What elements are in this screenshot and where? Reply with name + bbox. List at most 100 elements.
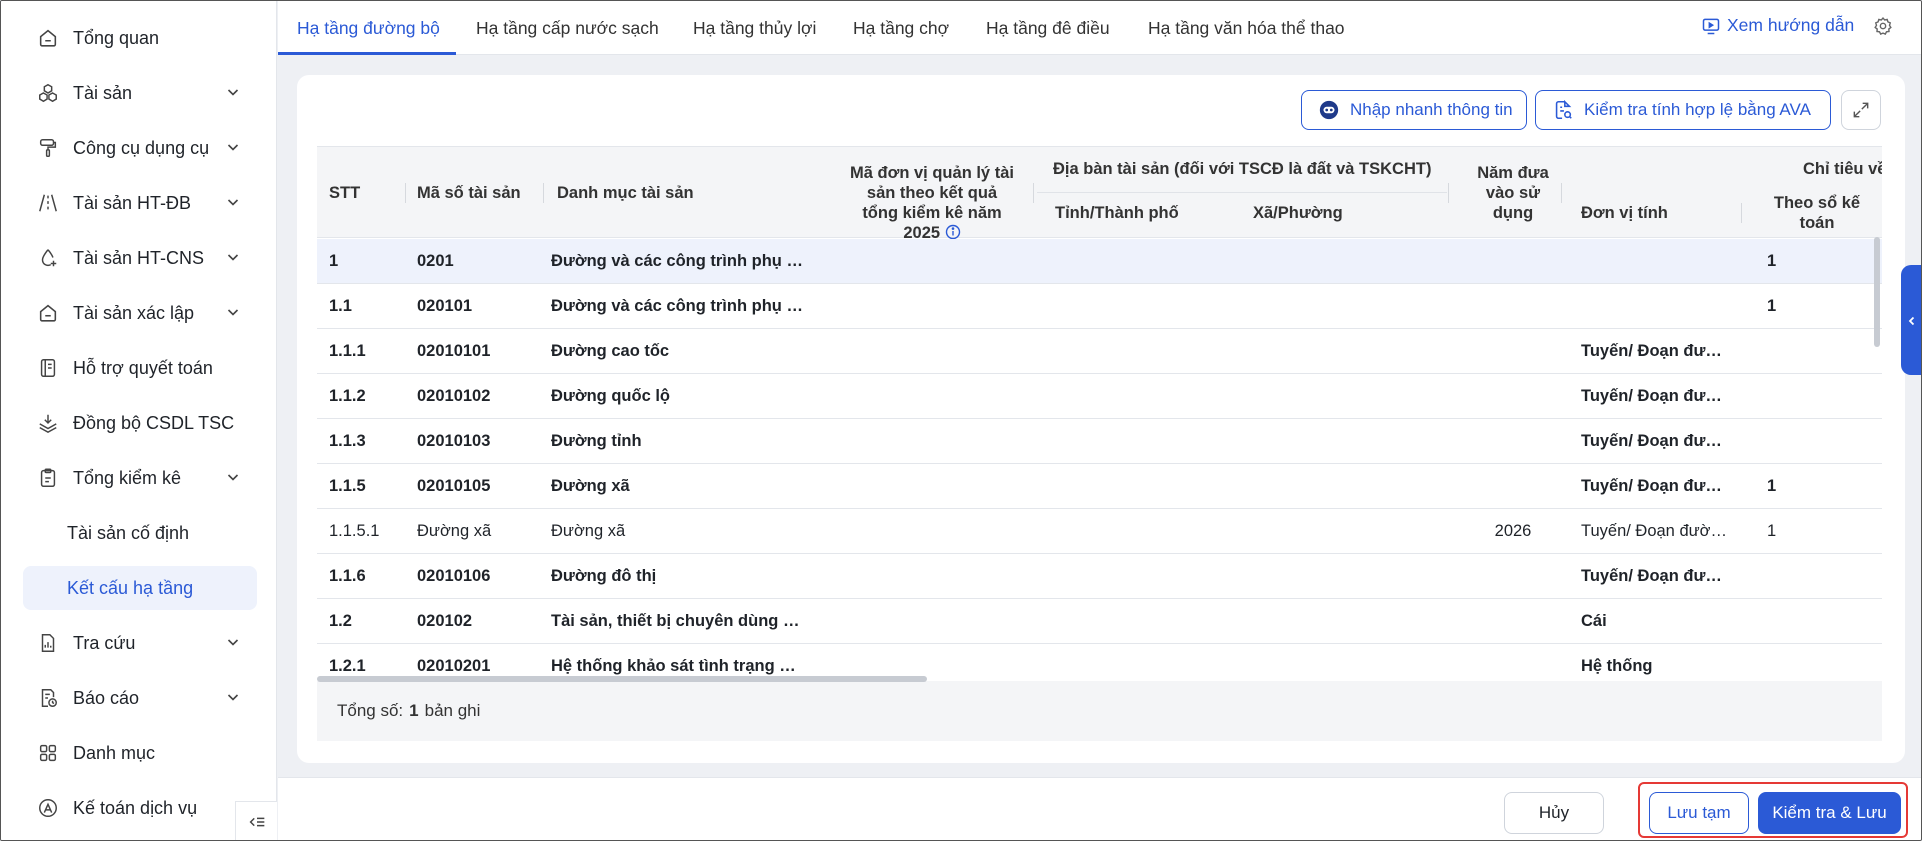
- sidebar-item-tra-cuu[interactable]: Tra cứu: [23, 621, 257, 665]
- tab-ha-tang-thuy-loi[interactable]: Hạ tầng thủy lợi: [693, 1, 816, 55]
- chevron-down-icon: [225, 689, 241, 705]
- sidebar-item-ho-tro-quyet-toan[interactable]: Hỗ trợ quyết toán: [23, 346, 257, 390]
- layers-sync-icon: [37, 412, 59, 434]
- table-row[interactable]: 1.1.1 02010101 Đường cao tốc Tuyến/ Đoạn đư…: [317, 329, 1882, 374]
- table-row[interactable]: 1.1.2 02010102 Đường quốc lộ Tuyến/ Đoạn đư…: [317, 374, 1882, 419]
- cell-category: Đường tỉnh: [551, 432, 642, 450]
- cell-stt: 1.1.5.1: [329, 522, 380, 540]
- tab-ha-tang-cap-nuoc-sach[interactable]: Hạ tầng cấp nước sạch: [476, 1, 659, 55]
- table-row[interactable]: 1.1 020101 Đường và các công trình phụ trợ…: [317, 284, 1882, 329]
- check-and-save-button[interactable]: Kiểm tra & Lưu: [1758, 792, 1901, 834]
- ledger-icon: [37, 357, 59, 379]
- cell-code: 0201: [417, 252, 454, 270]
- column-header-code: Mã số tài sản: [417, 184, 521, 202]
- tab-ha-tang-cho[interactable]: Hạ tầng chợ: [853, 1, 949, 55]
- sidebar-item-tai-san-ht-db[interactable]: Tài sản HT-ĐB: [23, 181, 257, 225]
- table-row[interactable]: 1.2.1 02010201 Hệ thống khảo sát tình trạn…: [317, 644, 1882, 680]
- sidebar-item-cong-cu-dung-cu[interactable]: Công cụ dụng cụ: [23, 126, 257, 170]
- cell-stt: 1.1.5: [329, 477, 366, 495]
- table-row[interactable]: 1.1.6 02010106 Đường đô thị Tuyến/ Đoạn đườ…: [317, 554, 1882, 599]
- tab-ha-tang-duong-bo[interactable]: Hạ tầng đường bộ: [297, 1, 440, 55]
- cell-year: [1471, 554, 1555, 598]
- cell-category: Đường và các công trình phụ trợ g...: [551, 252, 806, 270]
- cell-stt: 1: [329, 252, 339, 270]
- tab-ha-tang-van-hoa-the-thao[interactable]: Hạ tầng văn hóa thể thao: [1148, 1, 1345, 55]
- gear-icon[interactable]: [1873, 16, 1893, 36]
- cell-code: 020101: [417, 297, 473, 315]
- sidebar-item-tong-quan[interactable]: Tổng quan: [23, 16, 257, 60]
- cell-code: 02010106: [417, 567, 491, 585]
- cubes-icon: [37, 82, 59, 104]
- sidebar-item-tai-san[interactable]: Tài sản: [23, 71, 257, 115]
- sidebar-item-label: Tra cứu: [73, 632, 136, 653]
- cell-year: [1471, 419, 1555, 463]
- table-row[interactable]: 1.1.3 02010103 Đường tỉnh Tuyến/ Đoạn đườn.…: [317, 419, 1882, 464]
- sidebar-item-label: Tổng kiểm kê: [73, 467, 182, 488]
- info-icon[interactable]: [945, 224, 961, 240]
- chevron-left-icon: [1906, 314, 1918, 326]
- sidebar-item-danh-muc[interactable]: Danh mục: [23, 731, 257, 775]
- sidebar-item-label: Công cụ dụng cụ: [73, 137, 210, 158]
- table-row[interactable]: 1.1.5 02010105 Đường xã Tuyến/ Đoạn đườn...…: [317, 464, 1882, 509]
- sidebar-item-tong-kiem-ke[interactable]: Tổng kiểm kê: [23, 456, 257, 500]
- document-check-icon: [1552, 99, 1574, 121]
- cell-stt: 1.1: [329, 297, 352, 315]
- sidebar-item-tai-san-ht-cns[interactable]: Tài sản HT-CNS: [23, 236, 257, 280]
- quick-input-button[interactable]: Nhập nhanh thông tin: [1301, 90, 1527, 130]
- collapse-sidebar-button[interactable]: [235, 801, 277, 840]
- total-count: 1: [409, 701, 419, 720]
- sidebar-subitem-tai-san-co-dinh[interactable]: Tài sản cố định: [23, 511, 257, 555]
- home-icon: [37, 27, 59, 49]
- sidebar-subitem-ket-cau-ha-tang[interactable]: Kết cấu hạ tầng: [23, 566, 257, 610]
- sidebar-item-label: Đồng bộ CSDL TSC: [73, 412, 235, 433]
- expand-button[interactable]: [1841, 90, 1881, 130]
- chevron-down-icon: [225, 634, 241, 650]
- cell-book: [1767, 374, 1827, 418]
- sidebar-item-label: Kế toán dịch vụ: [73, 797, 198, 818]
- horizontal-scrollbar[interactable]: [317, 676, 927, 682]
- validate-ava-button[interactable]: Kiểm tra tính hợp lệ bằng AVA: [1535, 90, 1831, 130]
- cell-category: Hệ thống khảo sát tình trạng mặt đ...: [551, 657, 806, 675]
- cell-book: [1767, 599, 1827, 643]
- cell-code: 02010103: [417, 432, 491, 450]
- sidebar-item-label: Tài sản xác lập: [73, 302, 195, 323]
- save-draft-button[interactable]: Lưu tạm: [1649, 792, 1749, 834]
- cell-unit: Tuyến/ Đoạn đườn...: [1581, 477, 1731, 495]
- cell-unit: Tuyến/ Đoạn đườn...: [1581, 387, 1731, 405]
- app-window: Tổng quan Tài sản Công cụ dụng cụ Tài sả…: [0, 0, 1922, 841]
- cancel-button[interactable]: Hủy: [1504, 792, 1604, 834]
- table-row[interactable]: 1.1.5.1 Đường xã Đường xã 2026 Tuyến/ Đoạn đ…: [317, 509, 1882, 554]
- cell-code: 02010101: [417, 342, 491, 360]
- cell-unit: [1581, 239, 1731, 283]
- tab-ha-tang-de-dieu[interactable]: Hạ tầng đê điều: [986, 1, 1110, 55]
- sidebar-item-label: Danh mục: [73, 742, 156, 763]
- table-row[interactable]: 1 0201 Đường và các công trình phụ trợ g..…: [317, 239, 1882, 284]
- cell-stt: 1.1.3: [329, 432, 366, 450]
- video-guide-icon: [1701, 16, 1721, 36]
- cell-book: [1767, 644, 1827, 680]
- cell-stt: 1.1.2: [329, 387, 366, 405]
- cell-unit: Tuyến/ Đoạn đườn...: [1581, 567, 1731, 585]
- cell-code: 02010105: [417, 477, 491, 495]
- column-header-province: Tỉnh/Thành phố: [1055, 204, 1179, 222]
- cell-unit: Hệ thống: [1581, 657, 1653, 675]
- total-prefix: Tổng số:: [337, 701, 404, 720]
- cell-category: Đường xã: [551, 477, 630, 495]
- sidebar-item-dong-bo-csdl-tsc[interactable]: Đồng bộ CSDL TSC: [23, 401, 257, 445]
- chevron-down-icon: [225, 249, 241, 265]
- cell-year: [1471, 599, 1555, 643]
- sidebar-item-bao-cao[interactable]: Báo cáo: [23, 676, 257, 720]
- vertical-scrollbar[interactable]: [1874, 237, 1880, 347]
- cell-unit: [1581, 284, 1731, 328]
- asset-table: STT Mã số tài sản Danh mục tài sản Mã đơ…: [317, 146, 1882, 680]
- guide-link[interactable]: Xem hướng dẫn: [1701, 15, 1854, 36]
- cell-book: 1: [1767, 477, 1777, 495]
- sidebar-item-tai-san-xac-lap[interactable]: Tài sản xác lập: [23, 291, 257, 335]
- sidebar-item-ke-toan-dich-vu[interactable]: Kế toán dịch vụ: [23, 786, 233, 830]
- sidebar-item-label: Tài sản cố định: [67, 522, 190, 543]
- table-row[interactable]: 1.2 020102 Tài sản, thiết bị chuyên dùng p…: [317, 599, 1882, 644]
- side-panel-toggle[interactable]: [1901, 265, 1921, 375]
- quick-input-label: Nhập nhanh thông tin: [1350, 100, 1513, 119]
- cell-year: [1471, 329, 1555, 373]
- active-tab-indicator: [278, 52, 456, 55]
